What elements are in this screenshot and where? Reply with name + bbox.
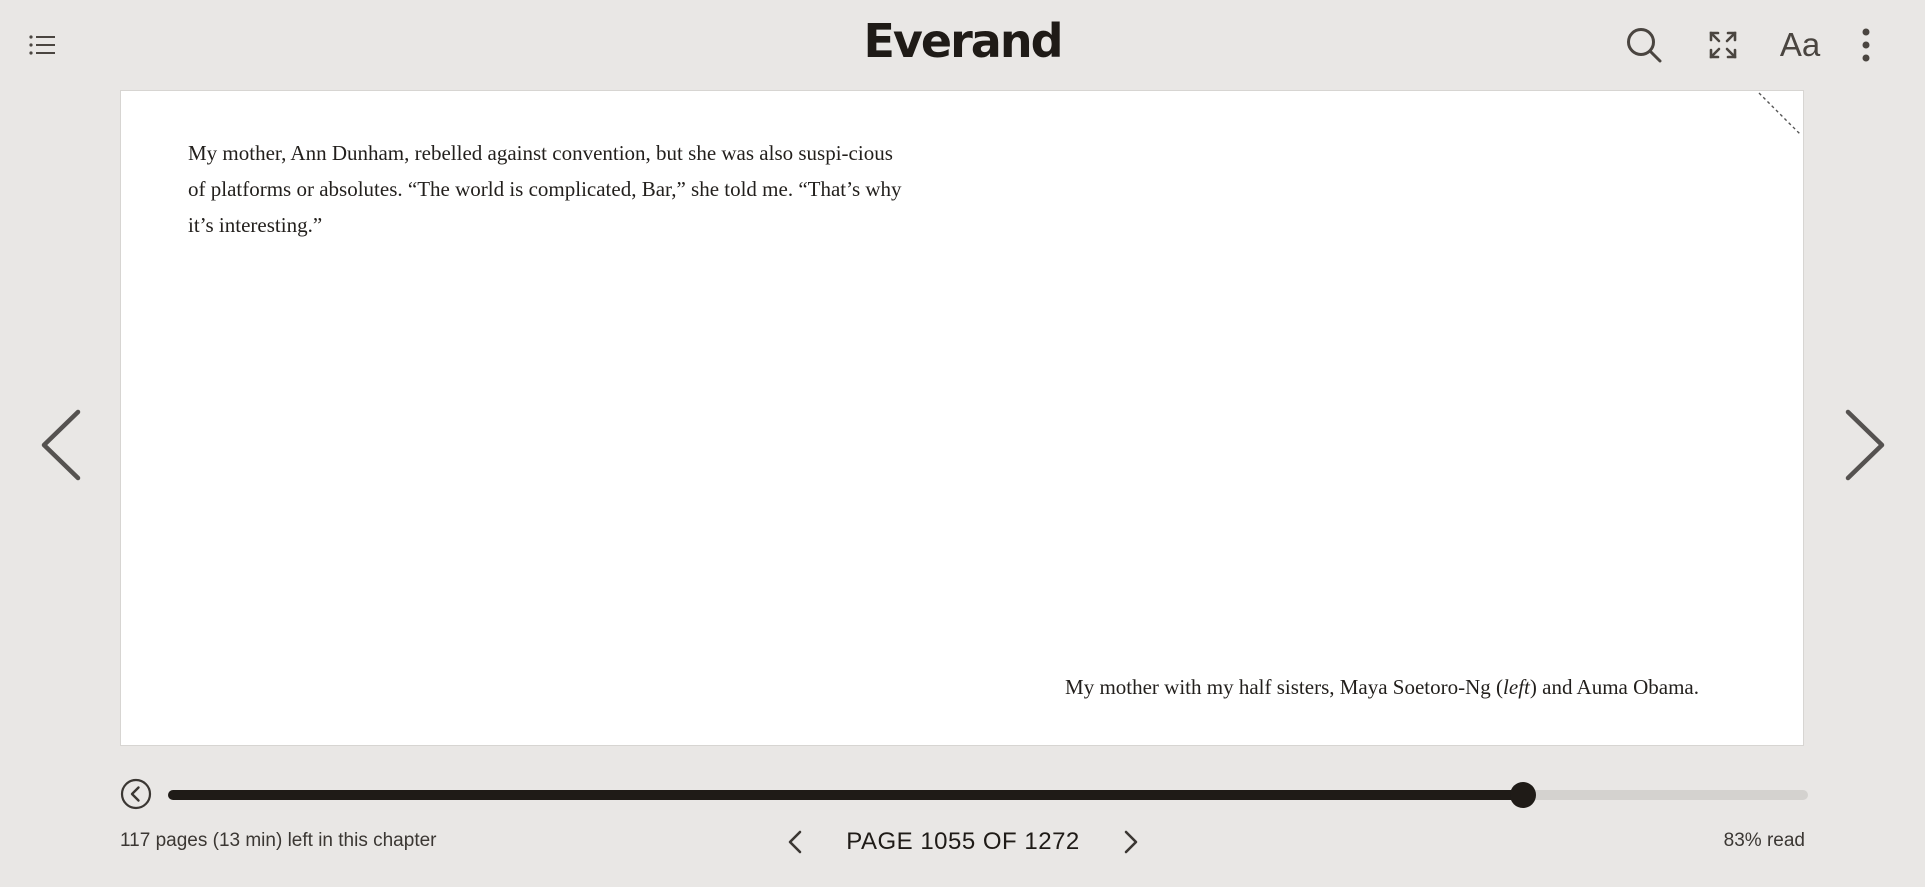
next-page-button[interactable] [1836,405,1896,485]
more-vertical-icon [1862,28,1870,62]
more-options-button[interactable] [1848,22,1884,68]
bookmark-corner[interactable] [1755,91,1803,139]
top-bar: Everand Aa [0,0,1925,90]
percent-read: 83% read [1723,830,1805,851]
chevron-right-icon [1845,409,1885,481]
fullscreen-button[interactable] [1700,22,1746,68]
font-settings-button[interactable]: Aa [1774,22,1826,68]
progress-slider[interactable] [168,782,1808,808]
page-navigator: PAGE 1055 OF 1272 [780,822,1146,862]
chevron-left-icon [788,830,802,854]
previous-page-small-button[interactable] [780,824,810,860]
progress-fill [168,790,1523,800]
chapter-remaining: 117 pages (13 min) left in this chapter [120,830,437,851]
search-button[interactable] [1620,22,1668,68]
caption-text-start: My mother with my half sisters, Maya Soe… [1065,675,1504,699]
back-circle-icon[interactable] [120,778,152,810]
photo-caption: My mother with my half sisters, Maya Soe… [1065,675,1699,700]
chevron-left-icon [41,409,81,481]
expand-icon [1709,31,1737,59]
previous-page-button[interactable] [30,405,90,485]
page-indicator: PAGE 1055 OF 1272 [846,828,1080,855]
reading-progress [120,778,1808,812]
next-page-small-button[interactable] [1116,824,1146,860]
chevron-right-icon [1124,830,1138,854]
page-paragraph: My mother, Ann Dunham, rebelled against … [188,141,902,237]
book-page: My mother, Ann Dunham, rebelled against … [120,90,1804,746]
progress-handle[interactable] [1509,782,1536,808]
search-icon [1627,28,1662,63]
caption-text-end: ) and Auma Obama. [1529,675,1699,699]
caption-text-italic: left [1503,675,1530,699]
